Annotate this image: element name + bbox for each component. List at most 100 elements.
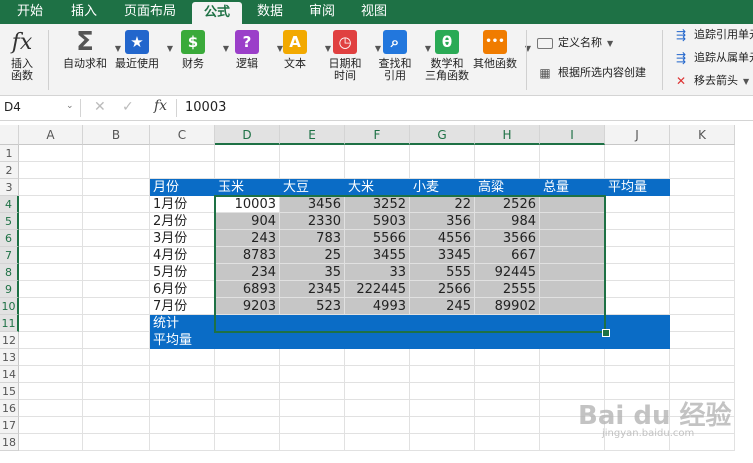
trace-precedents-button[interactable]: ⇶ 追踪引用单元 <box>673 26 753 44</box>
tab-insert[interactable]: 插入 <box>60 0 108 24</box>
column-header[interactable]: D <box>215 125 280 145</box>
column-header[interactable]: F <box>345 125 410 145</box>
header-cell[interactable]: 总量 <box>540 179 605 196</box>
cell[interactable] <box>280 400 345 417</box>
cell[interactable] <box>670 162 735 179</box>
cell[interactable] <box>83 400 150 417</box>
value-cell[interactable]: 2345 <box>280 281 345 298</box>
cell[interactable] <box>410 162 475 179</box>
cell[interactable] <box>345 434 410 451</box>
cell[interactable] <box>410 417 475 434</box>
cell[interactable] <box>540 434 605 451</box>
cell[interactable] <box>670 349 735 366</box>
total-cell[interactable] <box>540 298 605 315</box>
cell[interactable] <box>475 332 540 349</box>
label-cell[interactable]: 统计 <box>150 315 215 332</box>
header-cell[interactable]: 小麦 <box>410 179 475 196</box>
cell[interactable] <box>19 400 83 417</box>
cell[interactable] <box>670 264 735 281</box>
cell[interactable] <box>83 145 150 162</box>
cell[interactable] <box>19 213 83 230</box>
cell[interactable] <box>605 298 670 315</box>
cell[interactable] <box>19 332 83 349</box>
chevron-down-icon[interactable]: ⌄ <box>66 101 74 111</box>
value-cell[interactable]: 5566 <box>345 230 410 247</box>
insert-function-button[interactable]: fx 插入 函数 <box>4 28 40 82</box>
function-category-button[interactable]: $ 财务 ▼ <box>166 28 229 70</box>
row-header[interactable]: 4 <box>0 196 19 213</box>
value-cell[interactable]: 4993 <box>345 298 410 315</box>
value-cell[interactable]: 33 <box>345 264 410 281</box>
cell[interactable] <box>540 349 605 366</box>
cell[interactable] <box>475 145 540 162</box>
cell[interactable] <box>215 417 280 434</box>
value-cell[interactable]: 6893 <box>215 281 280 298</box>
cell[interactable] <box>605 332 670 349</box>
cell[interactable] <box>280 162 345 179</box>
cell[interactable] <box>83 417 150 434</box>
cell[interactable] <box>83 179 150 196</box>
cell[interactable] <box>83 213 150 230</box>
formula-input[interactable]: 10003 <box>185 99 226 117</box>
cell[interactable] <box>215 383 280 400</box>
value-cell[interactable]: 245 <box>410 298 475 315</box>
cell[interactable] <box>19 247 83 264</box>
cell[interactable] <box>475 417 540 434</box>
row-header[interactable]: 7 <box>0 247 19 264</box>
value-cell[interactable]: 2330 <box>280 213 345 230</box>
cell[interactable] <box>605 366 670 383</box>
cell[interactable] <box>605 196 670 213</box>
value-cell[interactable]: 2526 <box>475 196 540 213</box>
header-cell[interactable]: 大米 <box>345 179 410 196</box>
cell[interactable] <box>215 332 280 349</box>
column-header[interactable]: I <box>540 125 605 145</box>
select-all-corner[interactable] <box>0 125 19 145</box>
name-box[interactable]: D4 <box>4 99 72 116</box>
month-cell[interactable]: 2月份 <box>150 213 215 230</box>
cell[interactable] <box>280 434 345 451</box>
row-header[interactable]: 9 <box>0 281 19 298</box>
insert-function-icon[interactable]: fx <box>154 98 167 114</box>
cell[interactable] <box>83 247 150 264</box>
cell[interactable] <box>475 383 540 400</box>
column-header[interactable]: E <box>280 125 345 145</box>
cell[interactable] <box>670 332 735 349</box>
cell[interactable] <box>540 145 605 162</box>
tab-formulas[interactable]: 公式 <box>192 2 242 24</box>
row-header[interactable]: 5 <box>0 213 19 230</box>
cell[interactable] <box>215 145 280 162</box>
cell[interactable] <box>83 230 150 247</box>
cell[interactable] <box>345 366 410 383</box>
header-cell[interactable]: 大豆 <box>280 179 345 196</box>
cell[interactable] <box>475 434 540 451</box>
cell[interactable] <box>670 196 735 213</box>
row-header[interactable]: 10 <box>0 298 19 315</box>
cell[interactable] <box>670 366 735 383</box>
cell[interactable] <box>19 196 83 213</box>
tab-review[interactable]: 审阅 <box>300 0 344 24</box>
cell[interactable] <box>410 383 475 400</box>
cell[interactable] <box>605 281 670 298</box>
value-cell[interactable]: 35 <box>280 264 345 281</box>
cell[interactable] <box>410 434 475 451</box>
cell[interactable] <box>410 349 475 366</box>
cell[interactable] <box>19 417 83 434</box>
value-cell[interactable]: 555 <box>410 264 475 281</box>
total-cell[interactable] <box>540 264 605 281</box>
cell[interactable] <box>475 162 540 179</box>
cell[interactable] <box>83 281 150 298</box>
row-header[interactable]: 11 <box>0 315 19 332</box>
define-name-button[interactable]: 定义名称 ▼ <box>537 34 613 52</box>
column-header[interactable]: K <box>670 125 735 145</box>
cell[interactable] <box>280 349 345 366</box>
column-header[interactable]: J <box>605 125 670 145</box>
value-cell[interactable]: 10003 <box>215 196 280 213</box>
value-cell[interactable]: 22 <box>410 196 475 213</box>
month-cell[interactable]: 4月份 <box>150 247 215 264</box>
cell[interactable] <box>150 434 215 451</box>
cell[interactable] <box>83 315 150 332</box>
cell[interactable] <box>605 213 670 230</box>
row-header[interactable]: 2 <box>0 162 19 179</box>
value-cell[interactable]: 3252 <box>345 196 410 213</box>
cell[interactable] <box>605 145 670 162</box>
